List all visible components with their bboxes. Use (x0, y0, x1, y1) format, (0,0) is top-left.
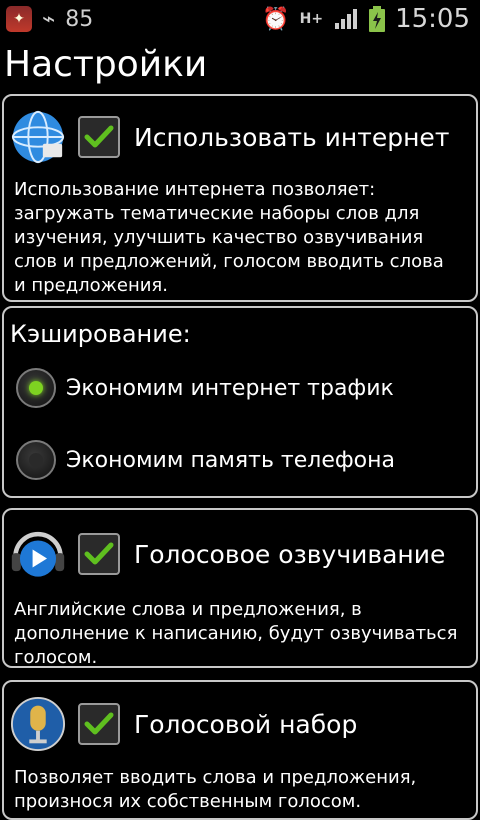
radio-memory[interactable] (16, 440, 56, 480)
checkmark-icon (84, 125, 114, 148)
signal-icon (335, 9, 358, 29)
caching-option-traffic[interactable]: Экономим интернет трафик (4, 352, 476, 424)
checkmark-icon (84, 712, 114, 735)
voice-over-title: Голосовое озвучивание (134, 539, 446, 569)
page-title: Настройки (4, 44, 208, 85)
globe-icon (10, 109, 66, 165)
caching-option-memory[interactable]: Экономим память телефона (4, 424, 476, 496)
voice-over-description: Английские слова и предложения, в дополн… (14, 599, 458, 668)
radio-traffic[interactable] (16, 368, 56, 408)
voice-input-checkbox[interactable] (78, 703, 120, 745)
network-type-label: H+ (299, 11, 324, 27)
battery-charging-icon (369, 6, 386, 32)
internet-settings-card: Использовать интернет Использование инте… (2, 94, 478, 302)
radio-traffic-label: Экономим интернет трафик (66, 375, 394, 401)
voice-over-checkbox[interactable] (78, 533, 120, 575)
status-bar: ✦ ⌁ 85 ⏰ H+ 15:05 (0, 0, 480, 38)
voice-input-card: Голосовой набор Позволяет вводить слова … (2, 680, 478, 820)
microphone-icon (10, 696, 66, 752)
radio-unselected-dot (29, 453, 43, 467)
app-notification-icon: ✦ (6, 6, 32, 32)
alarm-icon: ⏰ (262, 6, 290, 32)
voice-over-card: Голосовое озвучивание Английские слова и… (2, 508, 478, 668)
checkmark-icon (84, 542, 114, 565)
internet-description: Использование интернета позволяет: загру… (14, 179, 444, 296)
voice-input-description: Позволяет вводить слова и предложения, п… (14, 767, 417, 812)
caching-label: Кэширование: (10, 320, 191, 348)
caching-card: Кэширование: Экономим интернет трафик Эк… (2, 306, 478, 498)
play-headphones-icon (10, 526, 66, 582)
usb-icon: ⌁ (42, 6, 56, 32)
clock: 15:05 (395, 4, 470, 34)
internet-checkbox[interactable] (78, 116, 120, 158)
voice-input-title: Голосовой набор (134, 709, 358, 739)
radio-selected-dot (29, 381, 43, 395)
status-count: 85 (65, 6, 94, 32)
radio-memory-label: Экономим память телефона (66, 447, 395, 473)
internet-title: Использовать интернет (134, 122, 450, 152)
